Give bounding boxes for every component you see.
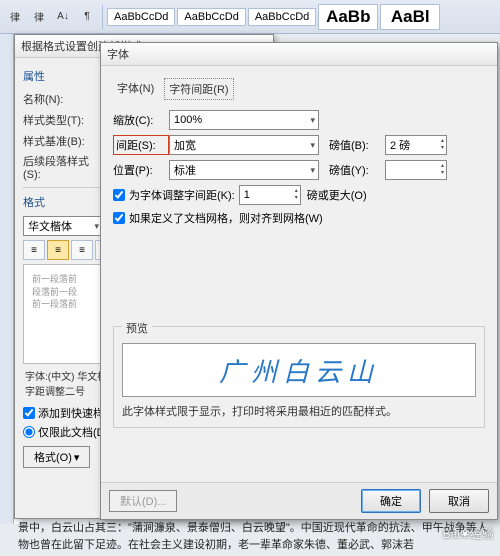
label-pound-by: 磅值(B): (329, 137, 385, 153)
tab-font[interactable]: 字体(N) (113, 78, 158, 100)
style-gallery-item[interactable]: AaBbCcDd (248, 8, 316, 26)
preview-note: 此字体样式限于显示，打印时将采用最相近的匹配样式。 (122, 403, 476, 419)
style-gallery-item[interactable]: AaBbCcDd (107, 8, 175, 26)
scale-combo[interactable]: 100% (169, 110, 319, 130)
doc-only-label: 仅限此文档(D) (38, 424, 108, 440)
cancel-button[interactable]: 取消 (429, 489, 489, 513)
label-type: 样式类型(T): (23, 112, 95, 128)
position-value-spinner[interactable] (385, 160, 447, 180)
watermark: Bai❀经验 (443, 525, 494, 542)
preview-fieldset: 预览 广州白云山 此字体样式限于显示，打印时将采用最相近的匹配样式。 (113, 326, 485, 428)
show-marks-icon[interactable]: ¶ (76, 6, 98, 28)
indent-right-icon[interactable]: 律 (28, 6, 50, 28)
align-right-button[interactable]: ≡ (71, 240, 93, 260)
preview-text: 广州白云山 (219, 352, 379, 389)
align-left-button[interactable]: ≡ (23, 240, 45, 260)
format-button[interactable]: 格式(O)▾ (23, 446, 90, 468)
dialog-footer: 默认(D)... 确定 取消 (101, 482, 497, 519)
default-button[interactable]: 默认(D)... (109, 490, 177, 512)
label-scale: 缩放(C): (113, 112, 169, 128)
dialog-title: 字体 (101, 43, 497, 66)
tab-bar: 字体(N) 字符间距(R) (113, 78, 485, 100)
snap-grid-checkbox[interactable] (113, 212, 125, 224)
label-name: 名称(N): (23, 91, 95, 107)
label-base: 样式基准(B): (23, 133, 95, 149)
kerning-spinner[interactable]: 1 (239, 185, 301, 205)
font-dialog: 字体 字体(N) 字符间距(R) 缩放(C): 100% 间距(S): 加宽 磅… (100, 42, 498, 520)
kerning-checkbox[interactable] (113, 189, 125, 201)
sort-icon[interactable]: A↓ (52, 6, 74, 28)
ruler-sidebar (0, 34, 14, 524)
position-combo[interactable]: 标准 (169, 160, 319, 180)
ribbon: 律 律 A↓ ¶ AaBbCcDd AaBbCcDd AaBbCcDd AaBb… (0, 0, 500, 34)
spacing-value-spinner[interactable]: 2 磅 (385, 135, 447, 155)
style-gallery-item[interactable]: AaBbCcDd (177, 8, 245, 26)
document-body-text: 景中，白云山占其三："蒲涧濂泉、景泰僧归、白云晚望"。中国近现代革命的抗法、甲午… (18, 520, 496, 553)
style-gallery-item[interactable]: AaBl (380, 4, 440, 30)
ok-button[interactable]: 确定 (361, 489, 421, 513)
preview-title: 预览 (122, 320, 152, 336)
indent-left-icon[interactable]: 律 (4, 6, 26, 28)
chevron-down-icon: ▾ (74, 451, 80, 464)
kerning-label: 为字体调整字间距(K): (129, 187, 235, 203)
kerning-suffix: 磅或更大(O) (307, 187, 367, 203)
font-combo[interactable]: 华文楷体 (23, 216, 103, 236)
label-spacing: 间距(S): (113, 135, 169, 155)
label-pound-by2: 磅值(Y): (329, 162, 385, 178)
label-follow: 后续段落样式(S): (23, 153, 95, 181)
tab-char-spacing[interactable]: 字符间距(R) (164, 78, 233, 100)
doc-only-radio[interactable] (23, 426, 35, 438)
align-center-button[interactable]: ≡ (47, 240, 69, 260)
label-position: 位置(P): (113, 162, 169, 178)
snap-grid-label: 如果定义了文档网格，则对齐到网格(W) (129, 210, 323, 226)
style-gallery-item[interactable]: AaBb (318, 4, 378, 30)
separator (102, 5, 103, 29)
spacing-combo[interactable]: 加宽 (169, 135, 319, 155)
font-preview-box: 广州白云山 (122, 343, 476, 397)
quick-style-checkbox[interactable] (23, 407, 35, 419)
